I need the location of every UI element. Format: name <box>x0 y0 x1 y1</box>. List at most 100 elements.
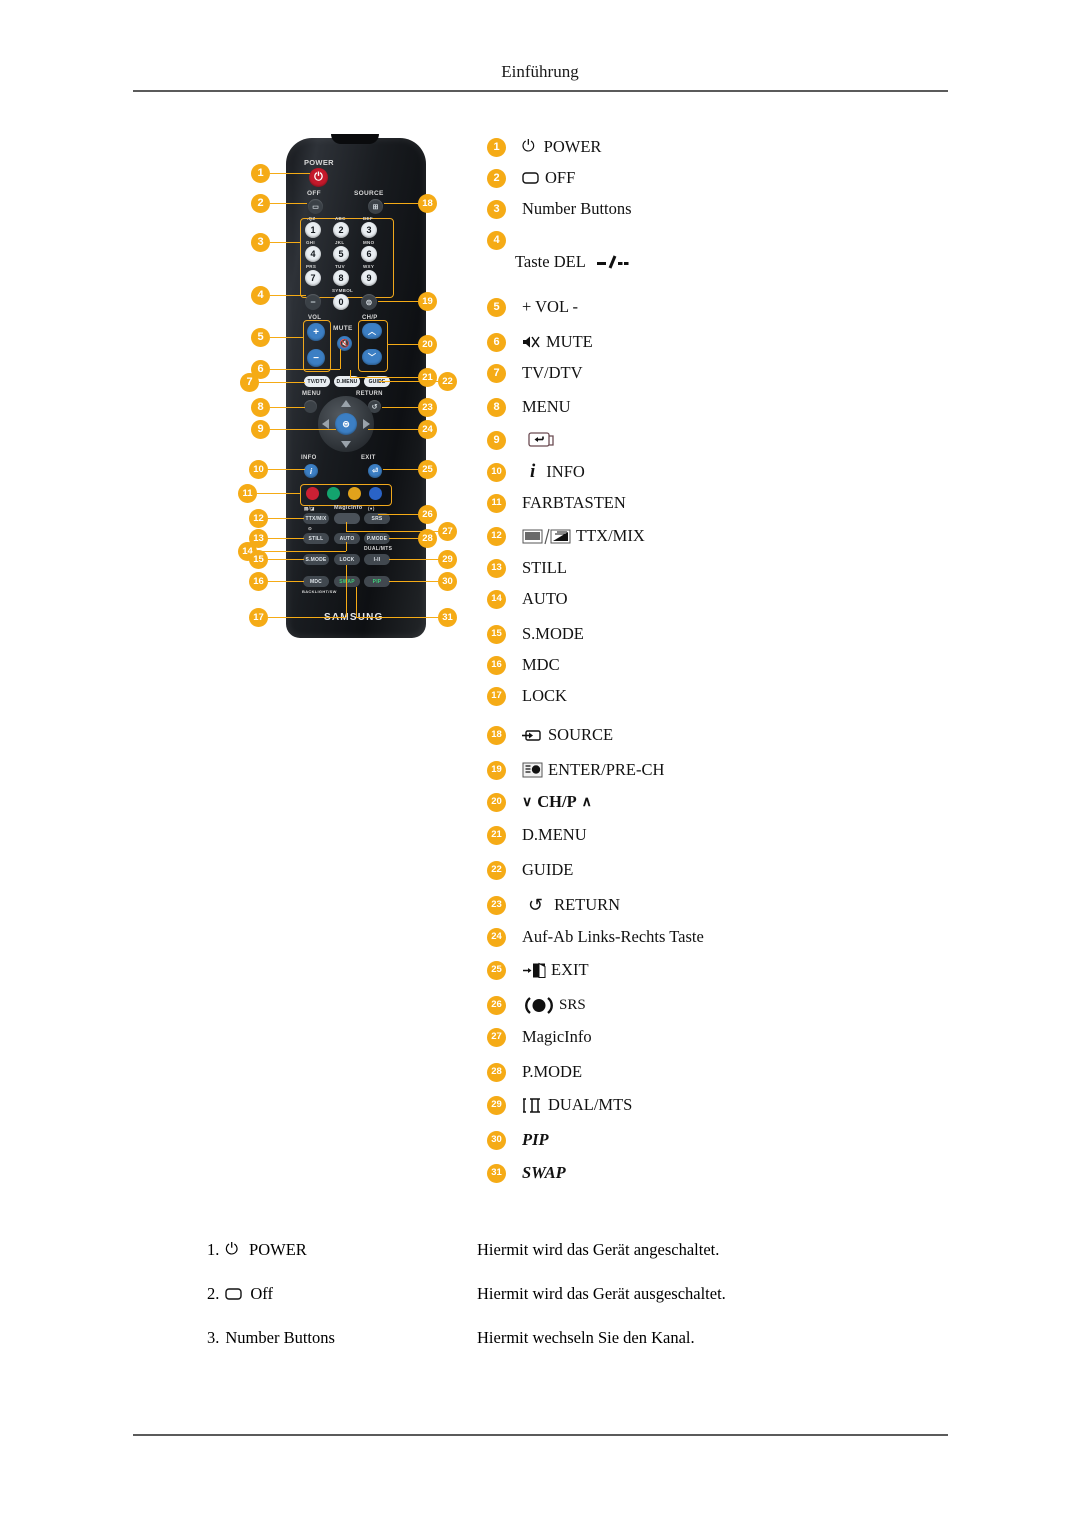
remote-key-9[interactable]: 9 <box>361 270 377 286</box>
legend-badge-6: 6 <box>487 332 506 352</box>
remote-key-3[interactable]: 3 <box>361 222 377 238</box>
callout-badge-12: 12 <box>249 509 268 528</box>
legend-badge-28: 28 <box>487 1062 506 1082</box>
remote-color-key-yellow[interactable] <box>348 487 361 500</box>
callout-leader-2 <box>270 203 307 204</box>
callout-badge-20: 20 <box>418 335 437 354</box>
legend-text-20: CH/P <box>537 792 577 811</box>
callout-badge-16: 16 <box>249 572 268 591</box>
callout-leader-17 <box>268 617 346 618</box>
legend-item-1: 1 ⏻ POWER <box>487 136 601 158</box>
legend-badge-23: 23 <box>487 895 506 915</box>
remote-off-button[interactable]: ▭ <box>308 199 323 214</box>
remote-dualmts-button[interactable]: I-II <box>364 554 390 565</box>
remote-info-button[interactable]: i <box>304 464 318 478</box>
remote-vol-down-button[interactable]: − <box>307 349 325 367</box>
remote-mdc-button[interactable]: MDC <box>303 576 329 587</box>
remote-ch-down-button[interactable]: ﹀ <box>362 349 382 365</box>
legend-text-10: INFO <box>546 462 585 481</box>
callout-badge-31: 31 <box>438 608 457 627</box>
remote-color-key-blue[interactable] <box>369 487 382 500</box>
remote-key-6[interactable]: 6 <box>361 246 377 262</box>
remote-color-key-red[interactable] <box>306 487 319 500</box>
legend-label-26: SRS <box>522 996 586 1015</box>
callout-badge-29: 29 <box>438 550 457 569</box>
callout-badge-11: 11 <box>238 484 257 503</box>
callout-badge-4: 4 <box>251 286 270 305</box>
remote-lock-button[interactable]: LOCK <box>334 554 360 565</box>
remote-key-0[interactable]: 0 <box>333 294 349 310</box>
legend-label-31: SWAP <box>522 1163 566 1183</box>
remote-ch-up-button[interactable]: ︿ <box>362 323 382 339</box>
legend-badge-5: 5 <box>487 297 506 317</box>
remote-exit-button[interactable]: ⏎ <box>368 464 382 478</box>
legend-item-11: 11 FARBTASTEN <box>487 492 626 514</box>
remote-menu-button[interactable] <box>304 400 317 413</box>
description-term-1: 1. ⏻ POWER <box>207 1240 307 1260</box>
callout-leader-13 <box>268 538 304 539</box>
callout-leader-19 <box>378 301 418 302</box>
legend-badge-4: 4 <box>487 230 506 250</box>
legend-badge-24: 24 <box>487 927 506 947</box>
remote-still-button[interactable]: STILL <box>303 533 329 544</box>
remote-source-button[interactable]: ⊞ <box>368 199 383 214</box>
legend-badge-25: 25 <box>487 960 506 980</box>
legend-label-19: ENTER/PRE-CH <box>522 760 664 780</box>
callout-badge-25: 25 <box>418 460 437 479</box>
callout-leader-12 <box>268 518 304 519</box>
remote-dpad-down-arrow[interactable] <box>341 441 351 448</box>
remote-enter-center-button[interactable]: ⊜ <box>335 413 357 435</box>
remote-dpad-up-arrow[interactable] <box>341 400 351 407</box>
legend-text-26: SRS <box>559 996 586 1013</box>
remote-magicinfo-button[interactable] <box>334 513 360 524</box>
legend-badge-12: 12 <box>487 526 506 546</box>
legend-item-15: 15 S.MODE <box>487 623 584 645</box>
legend-badge-16: 16 <box>487 655 506 675</box>
remote-key-sub-5: JKL <box>335 240 345 245</box>
remote-key-4[interactable]: 4 <box>305 246 321 262</box>
remote-key-1[interactable]: 1 <box>305 222 321 238</box>
remote-smode-button[interactable]: S.MODE <box>303 554 329 565</box>
remote-swap-button[interactable]: SWAP <box>334 576 360 587</box>
legend-badge-7: 7 <box>487 363 506 383</box>
callout-leader-20 <box>387 344 418 345</box>
legend-text-24: Auf-Ab Links-Rechts Taste <box>522 927 704 946</box>
remote-tvdtv-button[interactable]: TV/DTV <box>304 376 330 387</box>
legend-text-5: + VOL - <box>522 297 579 316</box>
legend-badge-10: 10 <box>487 462 506 482</box>
remote-dpad-right-arrow[interactable] <box>363 419 370 429</box>
remote-key-8[interactable]: 8 <box>333 270 349 286</box>
remote-auto-button[interactable]: AUTO <box>334 533 360 544</box>
remote-key-2[interactable]: 2 <box>333 222 349 238</box>
remote-dpad-left-arrow[interactable] <box>322 419 329 429</box>
remote-label-menu: MENU <box>302 391 321 397</box>
legend-badge-30: 30 <box>487 1130 506 1150</box>
remote-label-exit: EXIT <box>361 455 376 461</box>
srs-icon <box>522 996 556 1015</box>
legend-text-8: MENU <box>522 397 571 416</box>
remote-power-button[interactable]: ⏻ <box>309 168 328 187</box>
remote-color-key-green[interactable] <box>327 487 340 500</box>
legend-item-26: 26 SRS <box>487 994 586 1016</box>
remote-vol-up-button[interactable]: + <box>307 323 325 341</box>
remote-key-5[interactable]: 5 <box>333 246 349 262</box>
remote-ttxmix-button[interactable]: TTX/MIX <box>303 513 329 524</box>
legend-badge-31: 31 <box>487 1163 506 1183</box>
callout-leader-14-vertical <box>346 542 347 551</box>
remote-label-dualmts: DUAL/MTS <box>364 546 393 552</box>
description-term-label-2: Off <box>250 1284 273 1303</box>
info-i-icon: i <box>530 461 536 482</box>
legend-label-21: D.MENU <box>522 825 587 845</box>
callout-leader-26 <box>378 514 418 515</box>
description-row-1: 1. ⏻ POWER Hiermit wird das Gerät angesc… <box>0 1240 1080 1264</box>
remote-key-sub-7: PRS <box>306 264 317 269</box>
remote-pmode-button[interactable]: P.MODE <box>364 533 390 544</box>
remote-key-7[interactable]: 7 <box>305 270 321 286</box>
enter-prech-icon <box>522 762 543 778</box>
remote-pip-button[interactable]: PIP <box>364 576 390 587</box>
callout-leader-15 <box>268 559 304 560</box>
remote-enter-prech-button[interactable]: ⊜ <box>361 294 377 310</box>
dual-mts-icon <box>522 1097 542 1114</box>
legend-item-5: 5 + VOL - <box>487 296 578 318</box>
remote-del-button[interactable]: − <box>305 294 321 310</box>
